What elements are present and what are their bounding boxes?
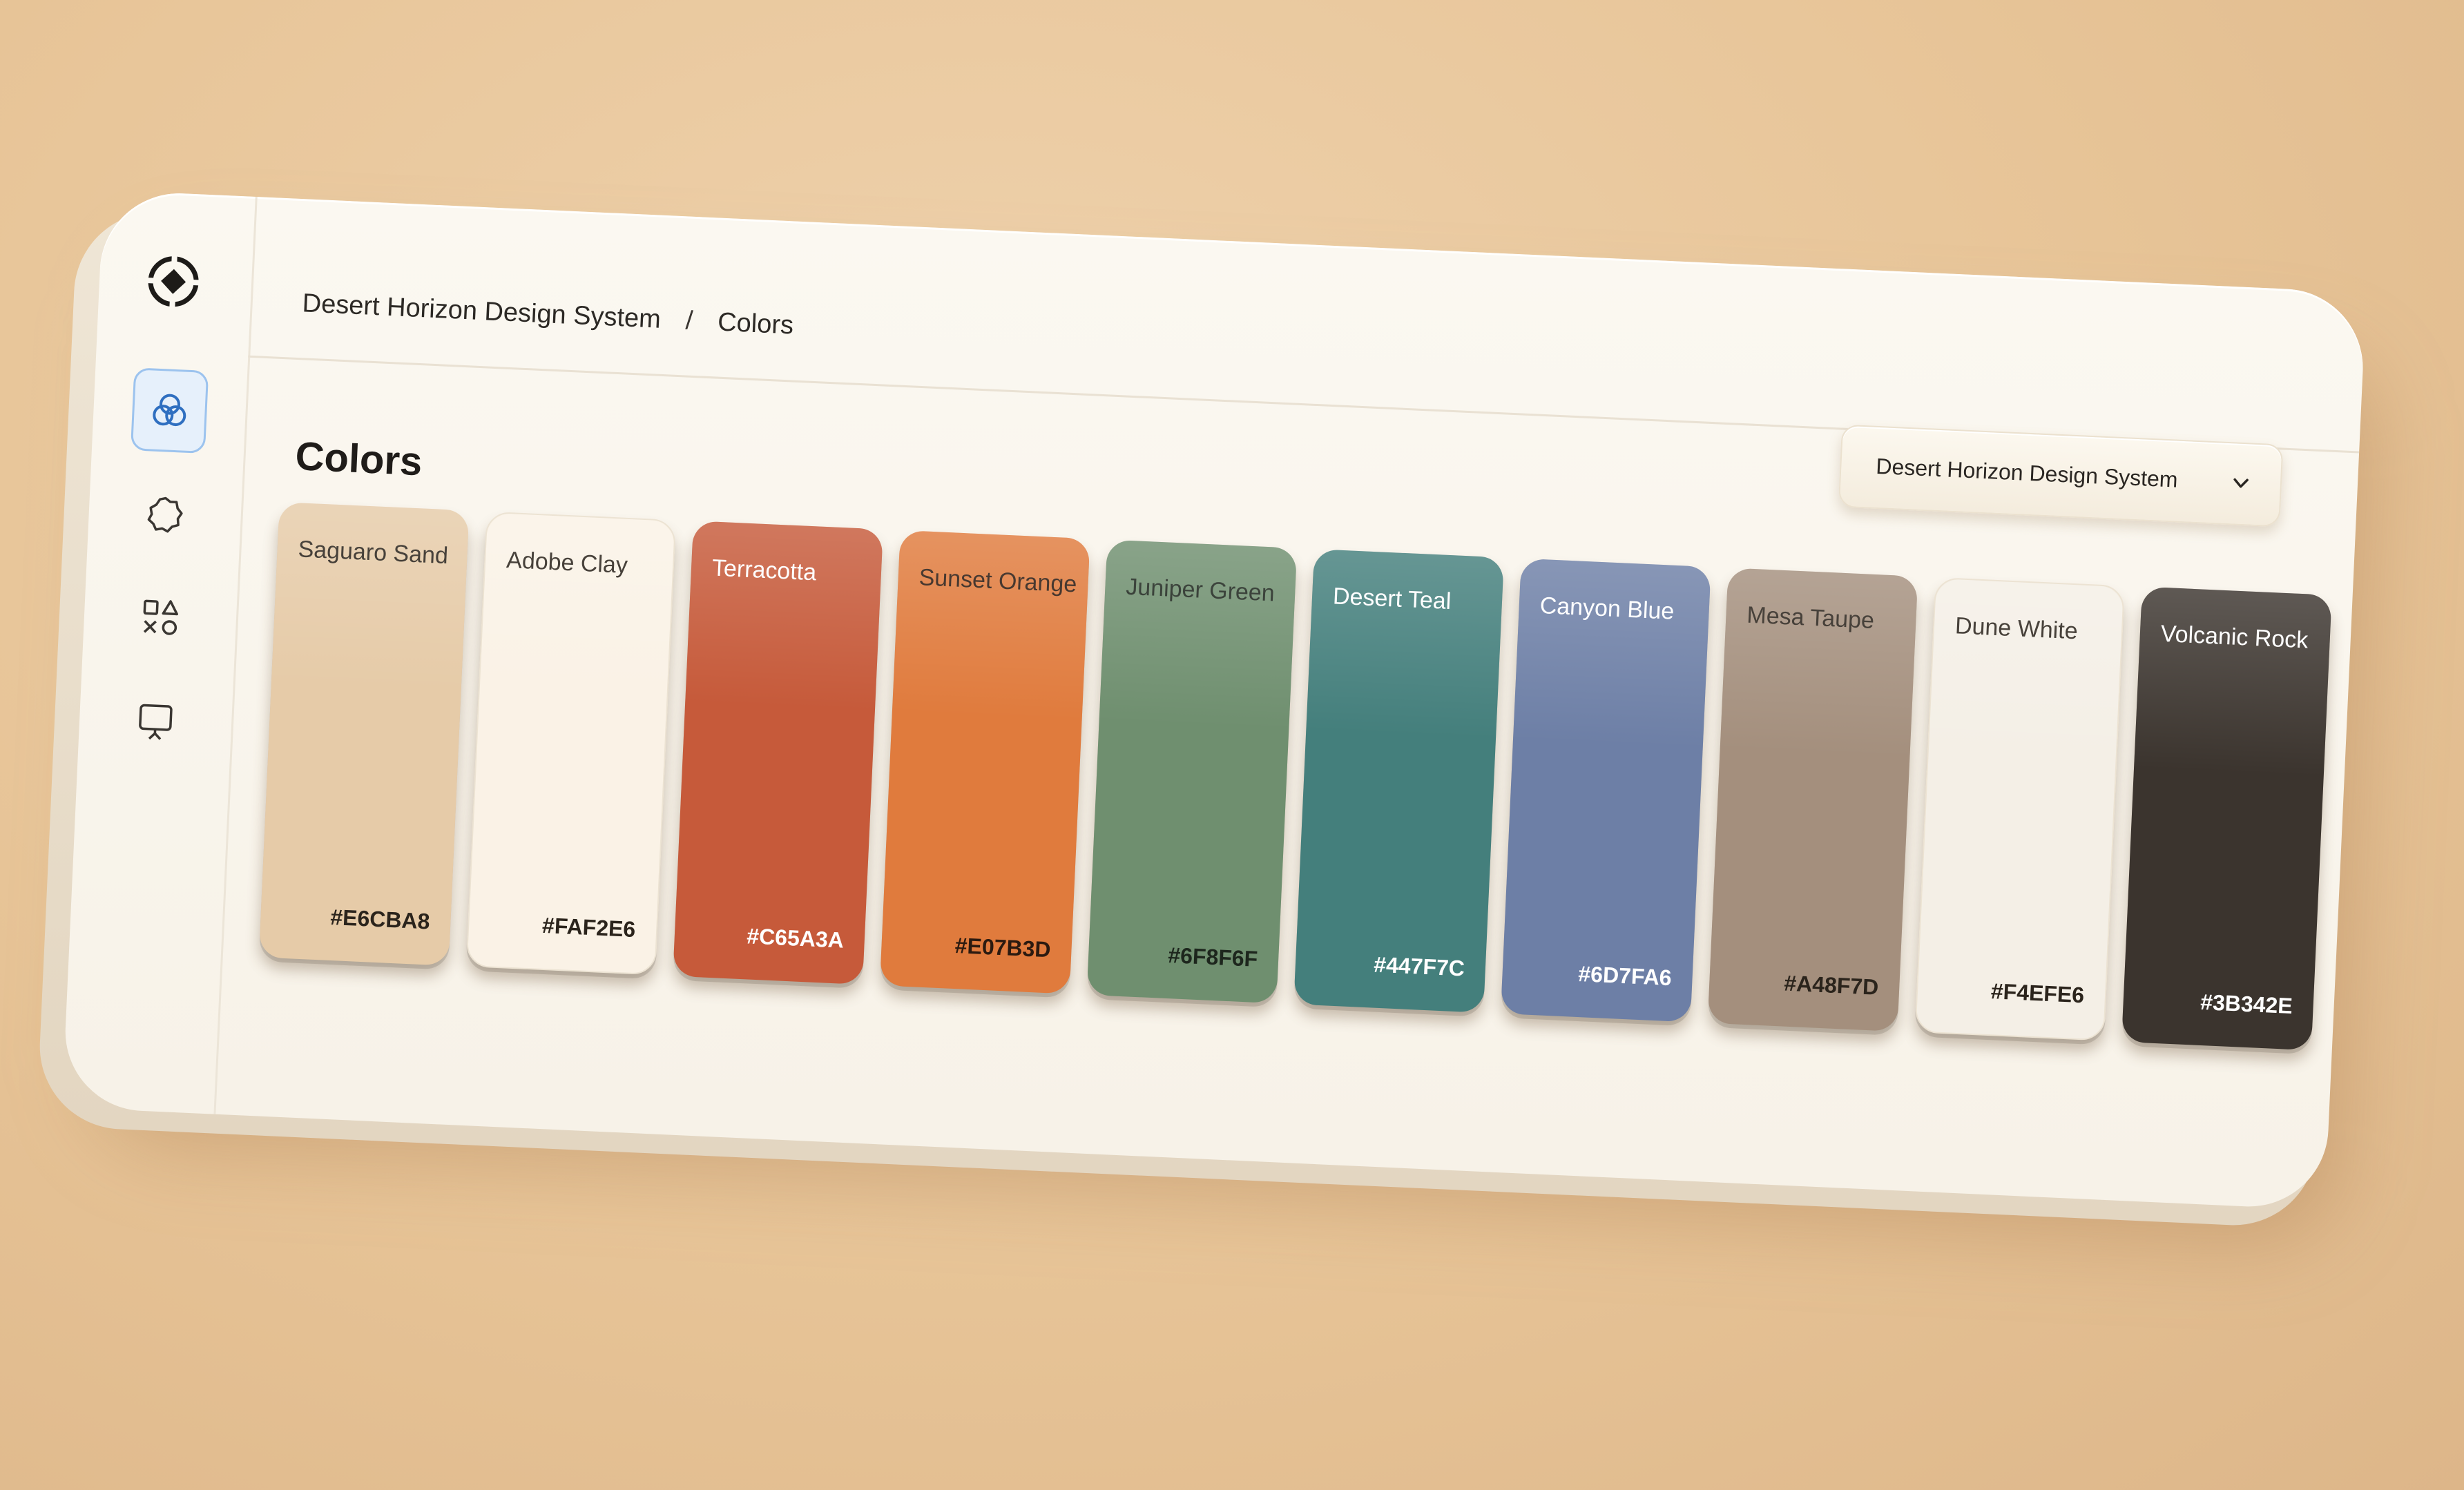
top-header: Desert Horizon Design System / Colors — [248, 196, 2367, 454]
color-swatch-card[interactable]: Desert Teal #447F7C — [1293, 549, 1504, 1013]
background: Desert Horizon Design System / Colors Co… — [0, 0, 2464, 1490]
target-logo-icon[interactable] — [142, 251, 204, 313]
badge-shape-icon — [147, 496, 183, 533]
color-swatch-card[interactable]: Terracotta #C65A3A — [673, 521, 883, 985]
chevron-down-icon — [2233, 478, 2249, 488]
color-swatch-card[interactable]: Saguaro Sand #E6CBA8 — [258, 502, 470, 966]
sidebar-item-presentation[interactable] — [117, 678, 195, 764]
swatch-name: Mesa Taupe — [1746, 601, 1875, 634]
sidebar-item-colors[interactable] — [130, 367, 209, 454]
color-swatch-card[interactable]: Volcanic Rock #3B342E — [2121, 586, 2332, 1051]
swatch-name: Canyon Blue — [1539, 592, 1675, 625]
color-swatch-card[interactable]: Sunset Orange #E07B3D — [879, 530, 1090, 994]
color-swatch-card[interactable]: Mesa Taupe #A48F7D — [1707, 568, 1918, 1032]
swatch-name: Saguaro Sand — [297, 536, 449, 570]
swatch-hex-code: #3B342E — [2200, 989, 2293, 1018]
swatch-name: Volcanic Rock — [2160, 620, 2309, 654]
breadcrumb-separator: / — [684, 306, 694, 336]
breadcrumb: Desert Horizon Design System / Colors — [302, 289, 794, 340]
swatch-hex-code: #C65A3A — [746, 923, 845, 953]
swatch-hex-code: #F4EFE6 — [1990, 978, 2085, 1008]
color-swatch-card[interactable]: Juniper Green #6F8F6F — [1086, 539, 1298, 1004]
swatch-hex-code: #A48F7D — [1783, 970, 1880, 1000]
color-swatch-list: Saguaro Sand #E6CBA8 Adobe Clay #FAF2E6 Terr… — [258, 502, 2332, 1078]
swatch-name: Desert Teal — [1332, 583, 1452, 615]
shapes-icon — [143, 599, 178, 635]
swatch-name: Adobe Clay — [506, 547, 628, 579]
breadcrumb-current: Colors — [717, 307, 794, 340]
swatch-hex-code: #447F7C — [1373, 951, 1465, 981]
swatch-hex-code: #6F8F6F — [1167, 942, 1259, 971]
swatch-name: Juniper Green — [1125, 573, 1276, 607]
page-title: Colors — [294, 433, 423, 485]
color-swatch-card[interactable]: Adobe Clay #FAF2E6 — [465, 511, 677, 976]
swatch-hex-code: #FAF2E6 — [541, 912, 637, 942]
breadcrumb-root-link[interactable]: Desert Horizon Design System — [302, 289, 662, 335]
swatch-hex-code: #E6CBA8 — [329, 904, 431, 934]
app-window-wrapper: Desert Horizon Design System / Colors Co… — [36, 190, 2378, 1246]
swatch-name: Dune White — [1954, 612, 2079, 645]
color-swatch-card[interactable]: Dune White #F4EFE6 — [1914, 577, 2126, 1041]
sidebar-item-components[interactable] — [126, 471, 204, 557]
presentation-icon — [139, 704, 173, 740]
color-circles-icon — [153, 394, 186, 427]
swatch-name: Sunset Orange — [918, 564, 1078, 598]
swatch-hex-code: #E07B3D — [954, 933, 1052, 962]
color-swatch-card[interactable]: Canyon Blue #6D7FA6 — [1500, 558, 1711, 1023]
app-window: Desert Horizon Design System / Colors Co… — [61, 190, 2367, 1210]
swatch-hex-code: #6D7FA6 — [1577, 961, 1673, 991]
sidebar-item-shapes[interactable] — [121, 574, 199, 661]
design-system-select-value: Desert Horizon Design System — [1875, 453, 2179, 492]
swatch-name: Terracotta — [711, 554, 817, 586]
